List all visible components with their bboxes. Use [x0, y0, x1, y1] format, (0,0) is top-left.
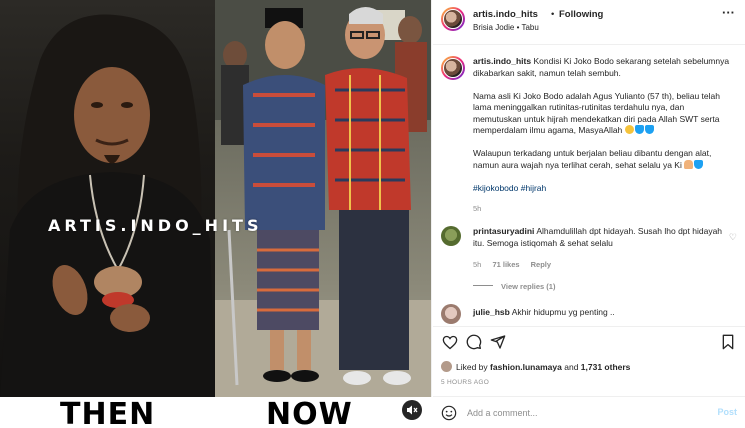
- heart-icon: [442, 335, 458, 349]
- comment-text: julie_hsb Akhir hidupmu yg penting ..: [473, 307, 615, 317]
- now-photo: [215, 0, 431, 397]
- emoji-picker-button[interactable]: [441, 405, 457, 421]
- liked-by-user[interactable]: fashion.lunamaya: [490, 362, 562, 372]
- comment-likes[interactable]: 71 likes: [492, 260, 519, 269]
- header-separator: •: [551, 9, 555, 20]
- caption-time[interactable]: 5h: [473, 204, 481, 213]
- caption-author-avatar[interactable]: [441, 56, 465, 80]
- post-sidebar: artis.indo_hits • Following Brisia Jodie…: [433, 0, 745, 428]
- sad-face-emoji-icon: [624, 125, 634, 134]
- comments-scroll-area[interactable]: artis.indo_hits Kondisi Ki Joko Bodo sek…: [433, 46, 745, 326]
- post-media[interactable]: ARTIS.INDO_HITS THEN NOW: [0, 0, 432, 428]
- comment-button[interactable]: [465, 333, 483, 351]
- view-replies-button[interactable]: View replies (1): [473, 282, 555, 291]
- post-caption: artis.indo_hits Kondisi Ki Joko Bodo sek…: [473, 56, 731, 206]
- following-button[interactable]: Following: [559, 9, 603, 20]
- caption-paragraph-1: artis.indo_hits Kondisi Ki Joko Bodo sek…: [473, 56, 730, 78]
- label-now: NOW: [266, 397, 353, 428]
- post-timestamp[interactable]: 5 HOURS AGO: [441, 379, 489, 386]
- commenter-avatar[interactable]: [441, 226, 461, 246]
- comment-bubble-icon: [466, 334, 482, 350]
- paper-plane-icon: [490, 335, 506, 349]
- commenter-username[interactable]: printasuryadini: [473, 226, 534, 236]
- more-dots-icon: ···: [722, 5, 735, 20]
- caption-paragraph-2: Nama asli Ki Joko Bodo adalah Agus Yulia…: [473, 90, 720, 136]
- then-photo-illustration: [0, 14, 215, 397]
- blue-heart-emoji-icon: [694, 159, 704, 169]
- caption-username[interactable]: artis.indo_hits: [473, 56, 531, 66]
- audio-attribution[interactable]: Brisia Jodie • Tabu: [473, 23, 539, 32]
- comment-time[interactable]: 5h: [473, 260, 481, 269]
- like-button[interactable]: [441, 333, 459, 351]
- then-photo: [0, 0, 215, 397]
- add-comment-bar: Post: [433, 396, 745, 428]
- save-button[interactable]: [719, 333, 737, 351]
- now-photo-illustration: [215, 0, 431, 397]
- commenter-avatar[interactable]: [441, 304, 461, 324]
- author-avatar[interactable]: [441, 7, 465, 31]
- post-header: artis.indo_hits • Following Brisia Jodie…: [433, 0, 745, 45]
- commenter-username[interactable]: julie_hsb: [473, 307, 510, 317]
- liker-avatar[interactable]: [441, 361, 452, 372]
- smiley-face-icon: [441, 405, 457, 421]
- like-comment-heart-icon[interactable]: ♡: [729, 232, 737, 243]
- liked-by-others[interactable]: 1,731 others: [581, 362, 631, 372]
- label-then: THEN: [60, 397, 156, 428]
- share-button[interactable]: [489, 333, 507, 351]
- bookmark-icon: [722, 334, 734, 350]
- speaker-muted-icon: [407, 405, 418, 415]
- praying-hands-emoji-icon: [684, 159, 694, 169]
- post-comment-button[interactable]: Post: [717, 407, 737, 417]
- author-username[interactable]: artis.indo_hits: [473, 9, 538, 20]
- comment-input[interactable]: [467, 405, 707, 421]
- caption-hashtags[interactable]: #kijokobodo #hijrah: [473, 183, 731, 195]
- post-actions: Liked by fashion.lunamaya and 1,731 othe…: [433, 326, 745, 394]
- caption-paragraph-3: Walaupun terkadang untuk berjalan beliau…: [473, 148, 712, 170]
- mute-button[interactable]: [402, 400, 422, 420]
- blue-heart-emoji-icon: [634, 125, 644, 134]
- reply-button[interactable]: Reply: [531, 260, 551, 269]
- comment-text: printasuryadini Alhamdulillah dpt hidaya…: [473, 226, 723, 248]
- liked-by-summary: Liked by fashion.lunamaya and 1,731 othe…: [441, 361, 630, 372]
- media-watermark: ARTIS.INDO_HITS: [48, 216, 263, 235]
- more-options-button[interactable]: ···: [722, 6, 735, 19]
- blue-heart-emoji-icon: [644, 125, 654, 134]
- comment-meta: 5h 71 likes Reply: [473, 260, 560, 269]
